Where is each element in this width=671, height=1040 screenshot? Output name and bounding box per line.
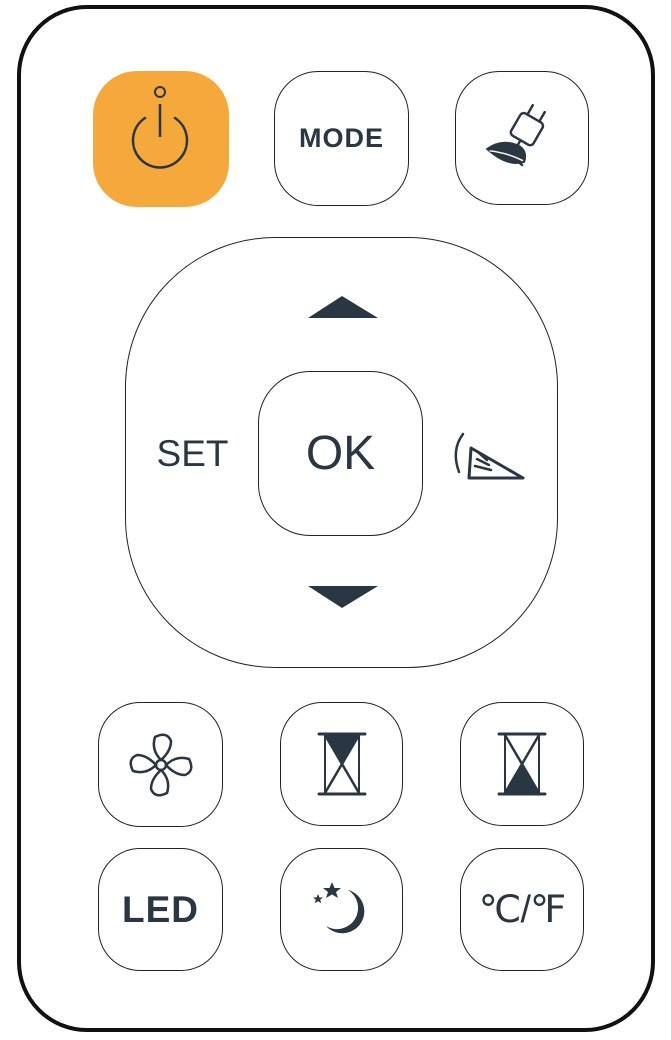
power-icon bbox=[131, 86, 189, 169]
sleep-button[interactable] bbox=[280, 848, 403, 971]
temperature-unit-button[interactable]: ℃/℉ bbox=[460, 848, 584, 971]
down-button[interactable] bbox=[300, 580, 385, 616]
timer-off-button[interactable] bbox=[460, 702, 584, 826]
ok-button[interactable]: OK bbox=[258, 371, 423, 536]
ok-label: OK bbox=[305, 427, 376, 480]
temperature-unit-label: ℃/℉ bbox=[478, 889, 566, 931]
eco-plug-leaf-icon bbox=[485, 103, 546, 167]
moon-stars-icon bbox=[312, 881, 364, 933]
hourglass-bottom-icon bbox=[497, 732, 547, 796]
swing-button[interactable] bbox=[445, 420, 530, 488]
power-button[interactable] bbox=[93, 71, 229, 207]
led-button[interactable]: LED bbox=[98, 848, 223, 971]
fan-icon bbox=[129, 733, 192, 796]
swing-icon bbox=[454, 432, 525, 480]
up-button[interactable] bbox=[300, 290, 385, 326]
set-label: SET bbox=[156, 433, 229, 474]
triangle-up-icon bbox=[308, 296, 378, 318]
fan-button[interactable] bbox=[98, 702, 223, 827]
set-button[interactable]: SET bbox=[145, 428, 240, 480]
mode-button[interactable]: MODE bbox=[274, 71, 409, 206]
mode-label: MODE bbox=[299, 123, 384, 153]
hourglass-top-icon bbox=[317, 732, 366, 796]
triangle-down-icon bbox=[308, 586, 378, 608]
eco-button[interactable] bbox=[455, 71, 589, 205]
led-label: LED bbox=[122, 888, 199, 930]
timer-on-button[interactable] bbox=[280, 702, 403, 826]
